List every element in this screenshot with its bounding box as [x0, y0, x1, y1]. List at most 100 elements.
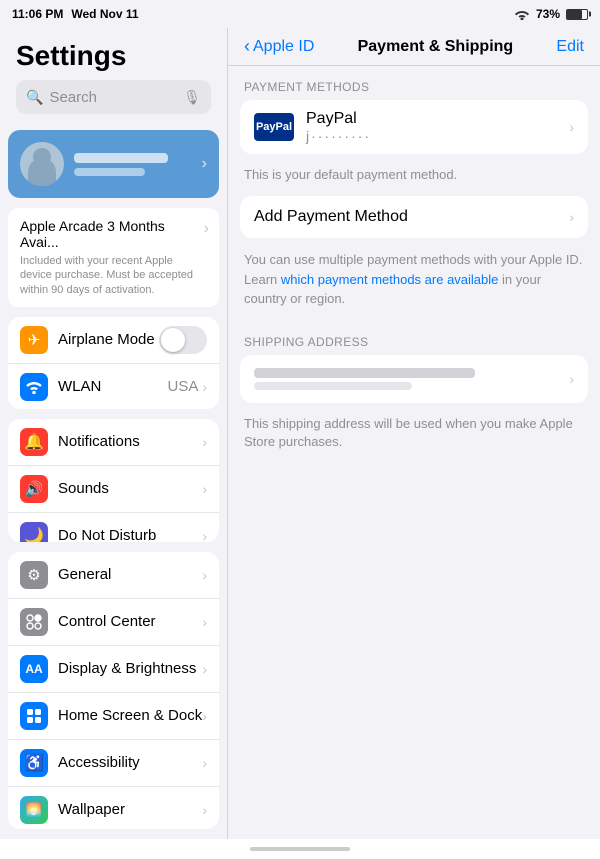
sidebar-item-sounds[interactable]: 🔊 Sounds › — [8, 466, 219, 513]
add-payment-label: Add Payment Method — [254, 208, 569, 226]
connectivity-section: ✈ Airplane Mode WLAN USA › — [8, 317, 219, 409]
do-not-disturb-chevron-icon: › — [202, 528, 207, 542]
page-title: Payment & Shipping — [358, 38, 514, 56]
sidebar-item-wallpaper[interactable]: 🌅 Wallpaper › — [8, 787, 219, 829]
arcade-banner[interactable]: Apple Arcade 3 Months Avai... Included w… — [8, 208, 219, 307]
back-button[interactable]: ‹ Apple ID — [244, 36, 314, 57]
wifi-small-icon — [25, 380, 43, 394]
shipping-address-blur-1 — [254, 368, 475, 378]
control-center-chevron-icon: › — [202, 614, 207, 630]
sidebar-item-do-not-disturb[interactable]: 🌙 Do Not Disturb › — [8, 513, 219, 542]
general-label: General — [58, 566, 202, 583]
general-chevron-icon: › — [202, 567, 207, 583]
sidebar-item-display-brightness[interactable]: AA Display & Brightness › — [8, 646, 219, 693]
shipping-address-header: SHIPPING ADDRESS — [228, 321, 600, 355]
paypal-text: PayPal — [256, 121, 292, 133]
sidebar-item-notifications[interactable]: 🔔 Notifications › — [8, 419, 219, 466]
status-bar-right: 73% — [514, 7, 588, 21]
shipping-notice-text: This shipping address will be used when … — [228, 407, 600, 467]
home-screen-symbol-icon — [26, 708, 42, 724]
add-payment-chevron-icon: › — [569, 209, 574, 225]
add-payment-card: Add Payment Method › — [240, 196, 588, 238]
display-brightness-label: Display & Brightness — [58, 660, 202, 677]
paypal-name: PayPal — [306, 110, 569, 128]
shipping-address-blur-2 — [254, 382, 412, 390]
add-payment-item[interactable]: Add Payment Method › — [240, 196, 588, 238]
paypal-dots: j········· — [306, 128, 569, 144]
sounds-chevron-icon: › — [202, 481, 207, 497]
bottom-bar — [0, 839, 600, 859]
paypal-item[interactable]: PayPal PayPal j········· › — [240, 100, 588, 154]
wlan-chevron-icon: › — [202, 379, 207, 395]
profile-info — [74, 153, 192, 176]
accessibility-chevron-icon: › — [202, 755, 207, 771]
search-icon: 🔍 — [26, 89, 43, 106]
control-center-icon — [20, 608, 48, 636]
shipping-address-block — [254, 368, 569, 390]
payment-info-text: You can use multiple payment methods wit… — [228, 242, 600, 321]
shipping-address-item[interactable]: › — [240, 355, 588, 403]
profile-detail-blur — [74, 168, 145, 176]
profile-name-blur — [74, 153, 168, 163]
payment-methods-header: PAYMENT METHODS — [228, 66, 600, 100]
general-icon: ⚙ — [20, 561, 48, 589]
default-payment-notice: This is your default payment method. — [228, 158, 600, 196]
avatar — [20, 142, 64, 186]
shipping-address-card: › — [240, 355, 588, 403]
back-label: Apple ID — [253, 38, 314, 56]
content-area: PAYMENT METHODS PayPal PayPal j·········… — [228, 66, 600, 839]
accessibility-icon: ♿ — [20, 749, 48, 777]
wifi-icon — [514, 8, 530, 20]
home-screen-label: Home Screen & Dock — [58, 707, 202, 724]
payment-methods-link[interactable]: which payment methods are available — [281, 272, 499, 287]
sidebar-item-accessibility[interactable]: ♿ Accessibility › — [8, 740, 219, 787]
home-screen-chevron-icon: › — [202, 708, 207, 724]
wallpaper-icon: 🌅 — [20, 796, 48, 824]
sounds-icon: 🔊 — [20, 475, 48, 503]
home-screen-icon — [20, 702, 48, 730]
back-chevron-icon: ‹ — [244, 36, 250, 57]
notifications-chevron-icon: › — [202, 434, 207, 450]
arcade-content: Apple Arcade 3 Months Avai... Included w… — [20, 218, 198, 297]
edit-button[interactable]: Edit — [556, 38, 584, 56]
control-center-symbol-icon — [26, 614, 42, 630]
status-bar-left: 11:06 PM Wed Nov 11 — [12, 7, 139, 21]
sidebar-item-general[interactable]: ⚙ General › — [8, 552, 219, 599]
notifications-section: 🔔 Notifications › 🔊 Sounds › 🌙 Do Not Di… — [8, 419, 219, 542]
app-layout: Settings 🔍 Search 🎙 › Apple Arcade 3 Mon… — [0, 28, 600, 839]
wlan-icon — [20, 373, 48, 401]
wallpaper-chevron-icon: › — [202, 802, 207, 818]
general-section: ⚙ General › Control Center › — [8, 552, 219, 829]
battery-icon — [566, 9, 588, 20]
do-not-disturb-icon: 🌙 — [20, 522, 48, 542]
search-bar[interactable]: 🔍 Search 🎙 — [16, 80, 211, 114]
paypal-chevron-icon: › — [569, 119, 574, 135]
sounds-label: Sounds — [58, 480, 202, 497]
arcade-description: Included with your recent Apple device p… — [20, 254, 198, 297]
wallpaper-label: Wallpaper — [58, 801, 202, 818]
control-center-label: Control Center — [58, 613, 202, 630]
notifications-label: Notifications — [58, 433, 202, 450]
search-placeholder: Search — [49, 89, 177, 106]
airplane-mode-label: Airplane Mode — [58, 331, 159, 348]
profile-card[interactable]: › — [8, 130, 219, 198]
profile-chevron-icon: › — [202, 155, 207, 173]
mic-icon: 🎙 — [183, 89, 201, 106]
status-time: 11:06 PM — [12, 7, 63, 21]
display-brightness-icon: AA — [20, 655, 48, 683]
sidebar-title: Settings — [16, 36, 211, 80]
sidebar-item-control-center[interactable]: Control Center › — [8, 599, 219, 646]
airplane-mode-toggle[interactable] — [159, 326, 207, 354]
payment-methods-card: PayPal PayPal j········· › — [240, 100, 588, 154]
airplane-mode-icon: ✈ — [20, 326, 48, 354]
status-date: Wed Nov 11 — [71, 7, 138, 21]
sidebar-header: Settings 🔍 Search 🎙 — [0, 28, 227, 130]
display-brightness-chevron-icon: › — [202, 661, 207, 677]
sidebar-item-airplane-mode[interactable]: ✈ Airplane Mode — [8, 317, 219, 364]
shipping-chevron-icon: › — [569, 371, 574, 387]
sidebar-item-home-screen[interactable]: Home Screen & Dock › — [8, 693, 219, 740]
paypal-logo: PayPal — [254, 113, 294, 141]
accessibility-label: Accessibility — [58, 754, 202, 771]
battery-percentage: 73% — [536, 7, 560, 21]
sidebar-item-wlan[interactable]: WLAN USA › — [8, 364, 219, 409]
